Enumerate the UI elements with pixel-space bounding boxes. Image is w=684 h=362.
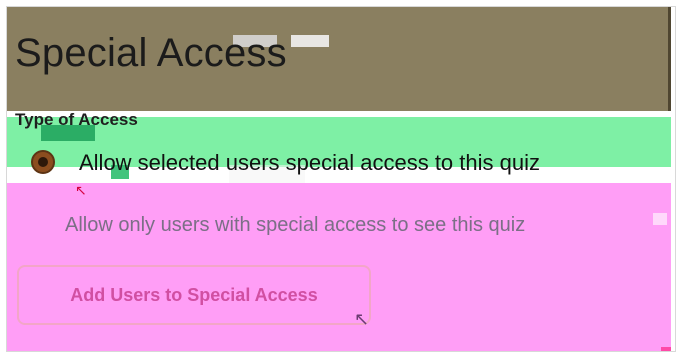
- page-title: Special Access: [15, 31, 287, 75]
- option-selected-users[interactable]: Allow selected users special access to t…: [79, 152, 540, 174]
- add-users-to-special-access-button[interactable]: Add Users to Special Access: [17, 265, 371, 325]
- special-access-frame: Special Access Type of Access Allow sele…: [6, 6, 676, 352]
- option-only-special-access[interactable]: Allow only users with special access to …: [65, 215, 525, 235]
- radio-selected-icon[interactable]: [31, 150, 55, 174]
- type-of-access-label: Type of Access: [15, 110, 138, 129]
- image-noise-g: [661, 347, 671, 351]
- image-noise-b: [291, 35, 329, 47]
- image-noise-f: [653, 213, 667, 225]
